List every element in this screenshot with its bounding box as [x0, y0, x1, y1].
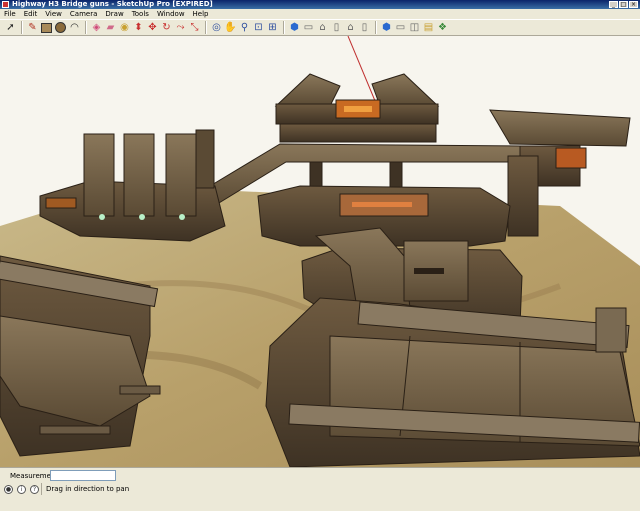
maximize-icon[interactable]: □: [619, 1, 628, 8]
scale-icon[interactable]: ⤡: [188, 21, 201, 34]
menu-file[interactable]: File: [0, 9, 20, 19]
toolbar-separator: [21, 21, 23, 34]
front-view-icon[interactable]: ⌂: [316, 21, 329, 34]
circle-icon[interactable]: [54, 21, 67, 34]
follow-me-icon[interactable]: ⤳: [174, 21, 187, 34]
status-divider: [41, 483, 42, 495]
iso-view-icon[interactable]: ⬢: [288, 21, 301, 34]
pencil-icon[interactable]: ✎: [26, 21, 39, 34]
top-view-icon[interactable]: ▭: [302, 21, 315, 34]
measurements-field[interactable]: [50, 470, 116, 481]
menu-window[interactable]: Window: [153, 9, 189, 19]
zoom-icon[interactable]: ⚲: [238, 21, 251, 34]
close-icon[interactable]: ×: [629, 1, 638, 8]
toolbar-separator: [205, 21, 207, 34]
menu-help[interactable]: Help: [189, 9, 213, 19]
right-view-icon[interactable]: ▯: [330, 21, 343, 34]
arc-icon[interactable]: ◠: [68, 21, 81, 34]
geo-icon[interactable]: ●: [4, 485, 13, 494]
title-bar: Highway H3 Bridge guns - SketchUp Pro [E…: [0, 0, 640, 9]
help-icon[interactable]: ?: [30, 485, 39, 494]
left-view-icon[interactable]: ▯: [358, 21, 371, 34]
move-icon[interactable]: ✥: [146, 21, 159, 34]
section-plane-icon[interactable]: ◫: [408, 21, 421, 34]
tape-measure-icon[interactable]: ◉: [118, 21, 131, 34]
minimize-icon[interactable]: _: [609, 1, 618, 8]
paint-bucket-icon[interactable]: ◈: [90, 21, 103, 34]
toolbar: ➚ ✎ ◠ ◈ ▰ ◉ ⬍ ✥ ↻ ⤳ ⤡ ◎ ✋ ⚲ ⊡ ⊞ ⬢ ▭ ⌂ ▯ …: [0, 19, 640, 36]
menu-draw[interactable]: Draw: [101, 9, 127, 19]
rotate-icon[interactable]: ↻: [160, 21, 173, 34]
eraser-icon[interactable]: ▰: [104, 21, 117, 34]
status-message: Drag in direction to pan: [46, 485, 130, 493]
select-icon[interactable]: ➚: [4, 21, 17, 34]
menu-edit[interactable]: Edit: [20, 9, 42, 19]
window-controls: _ □ ×: [609, 1, 638, 8]
back-view-icon[interactable]: ⌂: [344, 21, 357, 34]
zoom-extents-icon[interactable]: ⊞: [266, 21, 279, 34]
toolbar-separator: [85, 21, 87, 34]
menu-view[interactable]: View: [41, 9, 66, 19]
components-icon[interactable]: ❖: [436, 21, 449, 34]
get-models-icon[interactable]: ⬢: [380, 21, 393, 34]
status-icons: ● i ?: [4, 485, 39, 494]
menu-camera[interactable]: Camera: [66, 9, 101, 19]
zoom-window-icon[interactable]: ⊡: [252, 21, 265, 34]
window-title: Highway H3 Bridge guns - SketchUp Pro [E…: [12, 0, 213, 8]
app-icon: [2, 1, 9, 8]
layers-icon[interactable]: ▤: [422, 21, 435, 34]
rectangle-icon[interactable]: [40, 21, 53, 34]
pan-icon[interactable]: ✋: [224, 21, 237, 34]
credits-icon[interactable]: i: [17, 485, 26, 494]
toolbar-separator: [375, 21, 377, 34]
menu-tools[interactable]: Tools: [128, 9, 153, 19]
model-viewport[interactable]: [0, 36, 640, 467]
toolbar-separator: [283, 21, 285, 34]
share-model-icon[interactable]: ▭: [394, 21, 407, 34]
menu-bar: File Edit View Camera Draw Tools Window …: [0, 9, 640, 19]
push-pull-icon[interactable]: ⬍: [132, 21, 145, 34]
orbit-icon[interactable]: ◎: [210, 21, 223, 34]
model-render: [0, 36, 640, 467]
sketchup-window: Highway H3 Bridge guns - SketchUp Pro [E…: [0, 0, 640, 511]
status-bar: Measurements ● i ? Drag in direction to …: [0, 467, 640, 511]
